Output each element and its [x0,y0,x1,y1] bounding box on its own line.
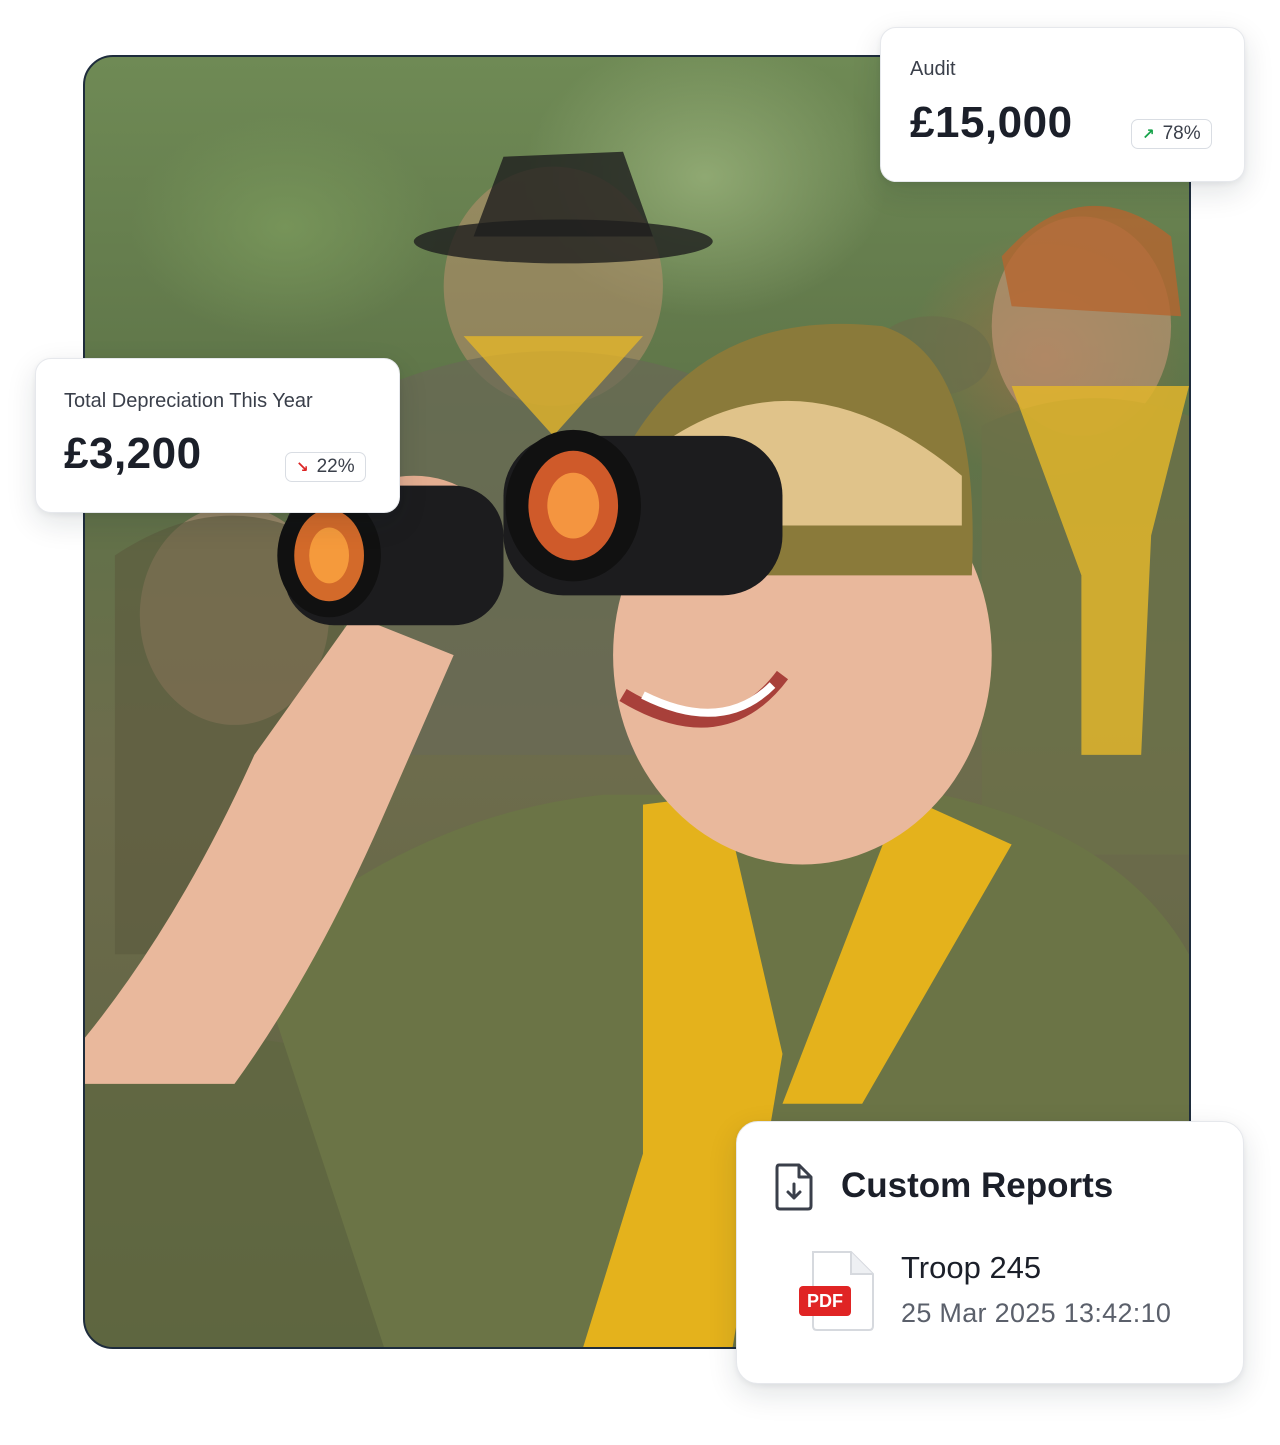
arrow-up-right-icon: ↗ [1142,126,1155,143]
audit-change-badge: ↗ 78% [1131,119,1212,149]
depreciation-label: Total Depreciation This Year [64,390,313,412]
report-file-name[interactable]: Troop 245 [901,1250,1041,1286]
report-file-timestamp: 25 Mar 2025 13:42:10 [901,1298,1172,1328]
depreciation-change-value: 22% [316,456,355,477]
audit-label: Audit [910,58,956,80]
audit-change-value: 78% [1162,123,1201,144]
pdf-file-icon[interactable]: PDF [799,1250,877,1332]
arrow-down-right-icon: ↘ [296,459,309,476]
depreciation-card: Total Depreciation This Year £3,200 ↘ 22… [35,358,400,513]
document-download-icon [775,1163,813,1211]
depreciation-value: £3,200 [64,429,202,478]
audit-card: Audit £15,000 ↗ 78% [880,27,1245,182]
reports-title: Custom Reports [841,1166,1114,1205]
depreciation-change-badge: ↘ 22% [285,452,366,482]
custom-reports-card: Custom Reports PDF Troop 245 25 Mar 2025… [736,1121,1244,1384]
audit-value: £15,000 [910,98,1073,147]
pdf-badge-label: PDF [807,1291,843,1311]
